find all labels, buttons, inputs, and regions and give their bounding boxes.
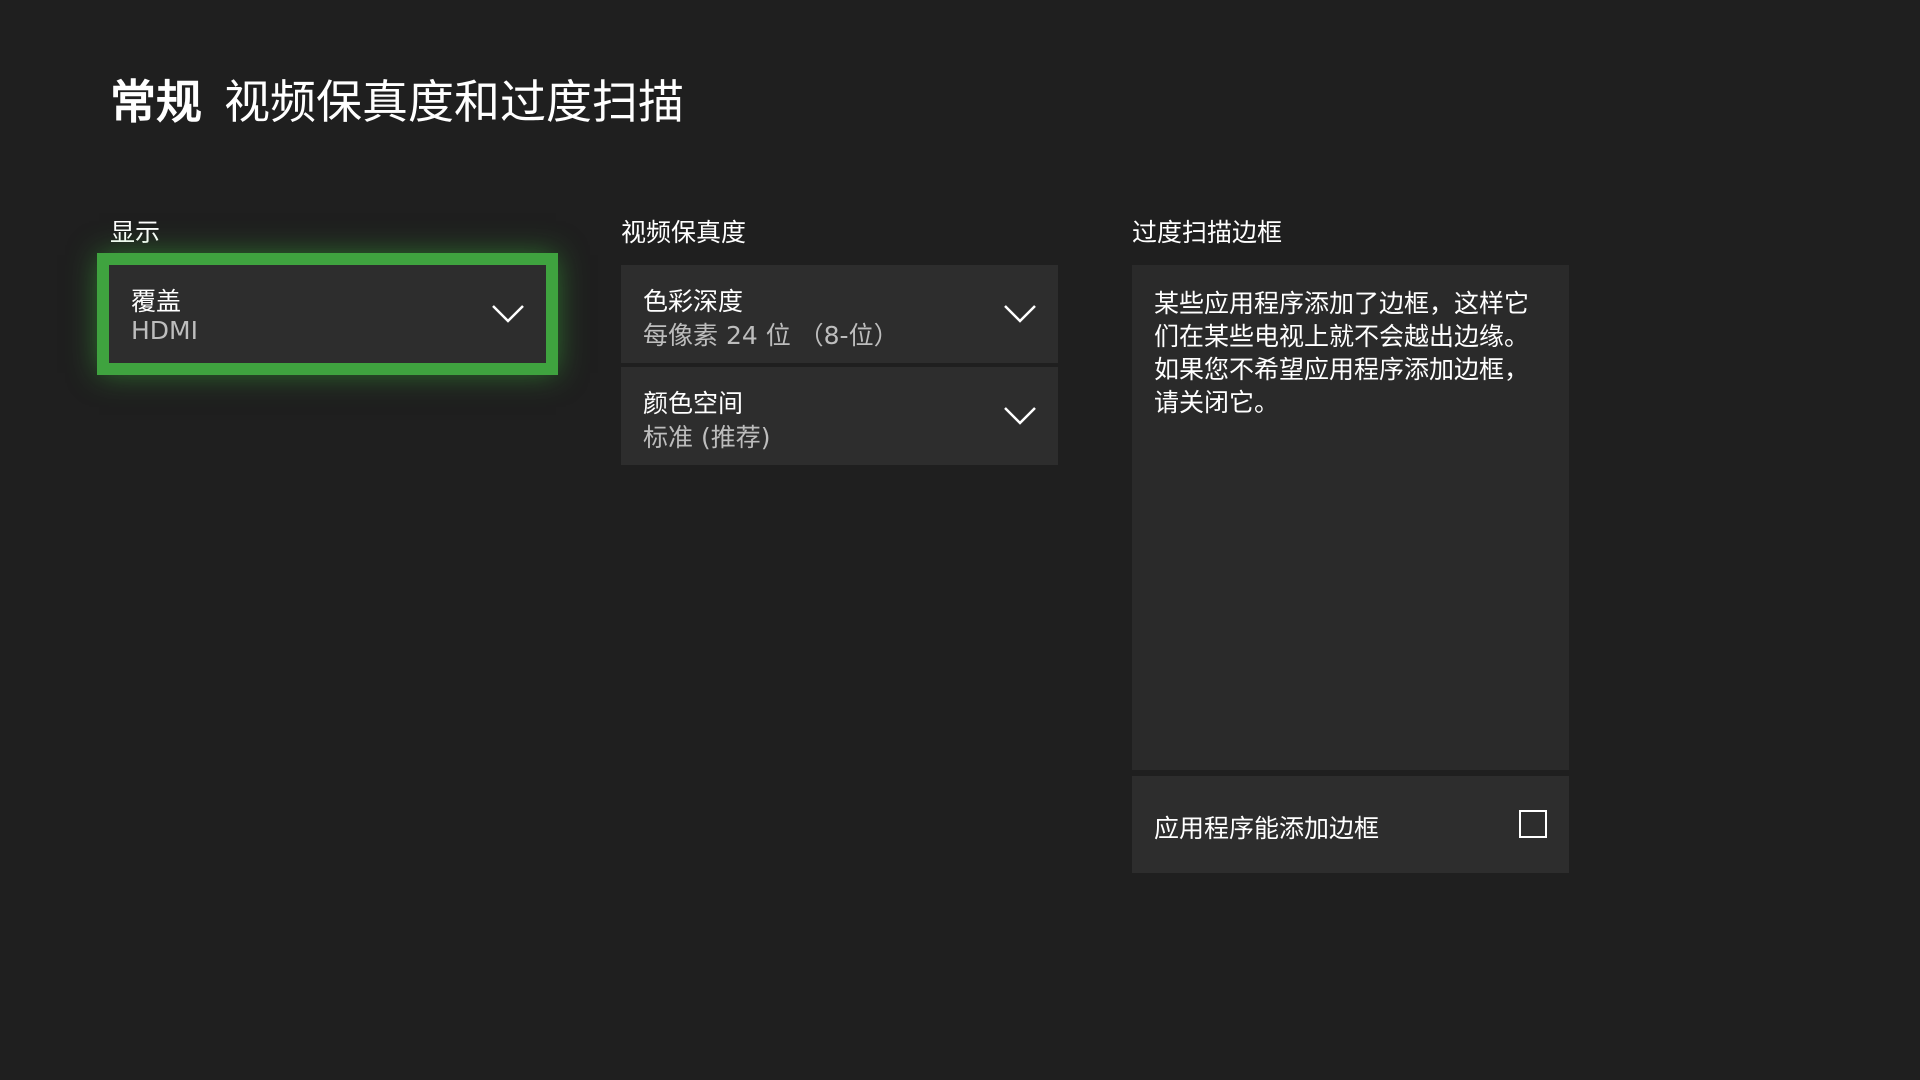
display-column-label: 显示 <box>110 218 161 247</box>
video-fidelity-column-label: 视频保真度 <box>621 218 747 247</box>
overscan-border-column-label: 过度扫描边框 <box>1132 218 1283 247</box>
color-space-dropdown-label: 颜色空间 <box>643 389 744 418</box>
overscan-dropdown[interactable]: 覆盖 HDMI <box>97 253 558 375</box>
chevron-down-icon <box>1002 295 1038 331</box>
color-space-dropdown-value: 标准 (推荐) <box>643 423 771 452</box>
overscan-dropdown-label: 覆盖 <box>131 287 182 316</box>
settings-page: 常规 视频保真度和过度扫描 显示 覆盖 HDMI 视频保真度 色彩深度 每像素 … <box>0 0 1920 1080</box>
overscan-description: 某些应用程序添加了边框，这样它们在某些电视上就不会越出边缘。如果您不希望应用程序… <box>1154 289 1530 417</box>
chevron-down-icon <box>490 295 526 331</box>
apps-can-add-border-label: 应用程序能添加边框 <box>1154 814 1380 843</box>
color-depth-dropdown[interactable]: 色彩深度 每像素 24 位 （8-位） <box>621 265 1058 363</box>
page-title: 视频保真度和过度扫描 <box>224 75 684 129</box>
overscan-dropdown-value: HDMI <box>131 316 198 345</box>
color-space-dropdown[interactable]: 颜色空间 标准 (推荐) <box>621 367 1058 465</box>
color-depth-dropdown-label: 色彩深度 <box>643 287 744 316</box>
overscan-description-panel: 某些应用程序添加了边框，这样它们在某些电视上就不会越出边缘。如果您不希望应用程序… <box>1132 265 1569 770</box>
page-header: 常规 视频保真度和过度扫描 <box>110 66 684 129</box>
color-depth-dropdown-value: 每像素 24 位 （8-位） <box>643 321 899 350</box>
section-title: 常规 <box>110 75 202 129</box>
apps-can-add-border-checkbox[interactable] <box>1519 810 1547 838</box>
chevron-down-icon <box>1002 397 1038 433</box>
apps-can-add-border-checkbox-row[interactable]: 应用程序能添加边框 <box>1132 776 1569 873</box>
